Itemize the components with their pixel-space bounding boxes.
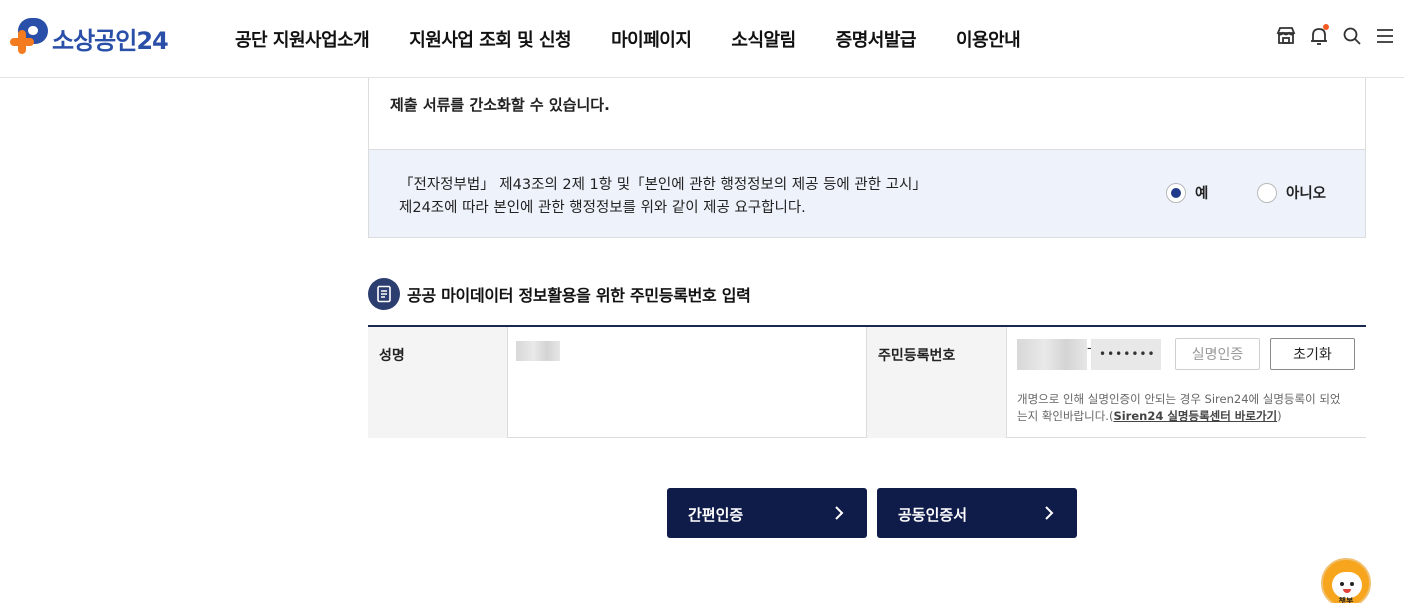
simple-auth-button[interactable]: 간편인증 xyxy=(667,488,867,538)
nav-item-support-search[interactable]: 지원사업 조회 및 신청 xyxy=(409,26,571,52)
search-icon[interactable] xyxy=(1341,25,1363,47)
consent-no-radio[interactable]: 아니오 xyxy=(1257,182,1326,203)
nav-item-mypage[interactable]: 마이페이지 xyxy=(611,26,692,52)
radio-unselected-icon xyxy=(1257,182,1277,203)
rrn-label: 주민등록번호 xyxy=(878,348,956,364)
rename-note: 개명으로 인해 실명인증이 안되는 경우 Siren24에 실명등록이 되었는지… xyxy=(1017,391,1347,425)
store-icon[interactable] xyxy=(1275,25,1297,47)
bell-icon[interactable] xyxy=(1308,24,1330,47)
logo-text: 소상공인24 xyxy=(52,26,169,55)
nav-item-about[interactable]: 공단 지원사업소개 xyxy=(235,26,370,52)
joint-certificate-button[interactable]: 공동인증서 xyxy=(877,488,1077,538)
chatbot-button[interactable]: 챗봇 xyxy=(1321,558,1371,603)
radio-selected-icon xyxy=(1166,182,1186,203)
joint-certificate-label: 공동인증서 xyxy=(898,506,968,524)
name-header-cell: 성명 xyxy=(368,327,507,438)
chatbot-mascot-icon xyxy=(1332,572,1362,598)
consent-yes-radio[interactable]: 예 xyxy=(1166,182,1208,203)
verify-name-button[interactable]: 실명인증 xyxy=(1175,338,1260,370)
rrn-front-input[interactable] xyxy=(1017,339,1087,370)
rrn-back-input[interactable]: ••••••• xyxy=(1091,339,1161,370)
siren24-link[interactable]: Siren24 실명등록센터 바로가기 xyxy=(1113,409,1277,423)
radio-label-no: 아니오 xyxy=(1286,186,1327,202)
notice-text: 제출 서류를 간소화할 수 있습니다. xyxy=(390,96,610,114)
consent-text: 「전자정부법」 제43조의 2제 1항 및「본인에 관한 행정정보의 제공 등에… xyxy=(399,174,927,220)
site-logo[interactable]: 소상공인24 xyxy=(10,18,169,58)
name-label: 성명 xyxy=(379,348,405,364)
note-suffix: ) xyxy=(1277,409,1282,423)
consent-box: 「전자정부법」 제43조의 2제 1항 및「본인에 관한 행정정보의 제공 등에… xyxy=(368,149,1366,238)
reset-button[interactable]: 초기화 xyxy=(1270,338,1355,370)
menu-icon[interactable] xyxy=(1374,25,1396,47)
rrn-input-form: 성명 주민등록번호 - ••••••• 실명인증 초기화 개명으로 인해 실명인… xyxy=(368,325,1366,438)
site-header: 소상공인24 공단 지원사업소개 지원사업 조회 및 신청 마이페이지 소식알림… xyxy=(0,0,1404,78)
section-title: 공공 마이데이터 정보활용을 위한 주민등록번호 입력 xyxy=(368,278,751,310)
name-value-masked xyxy=(516,341,560,361)
utility-menu xyxy=(1264,24,1396,47)
nav-item-news[interactable]: 소식알림 xyxy=(731,26,796,52)
main-nav: 공단 지원사업소개 지원사업 조회 및 신청 마이페이지 소식알림 증명서발급 … xyxy=(235,26,1060,52)
rrn-header-cell: 주민등록번호 xyxy=(867,327,1006,438)
nav-item-guide[interactable]: 이용안내 xyxy=(956,26,1021,52)
consent-line-2: 제24조에 따라 본인에 관한 행정정보를 위와 같이 제공 요구합니다. xyxy=(399,200,806,216)
radio-label-yes: 예 xyxy=(1195,186,1209,202)
nav-item-certificates[interactable]: 증명서발급 xyxy=(836,26,917,52)
chevron-right-icon xyxy=(835,506,844,520)
section-title-text: 공공 마이데이터 정보활용을 위한 주민등록번호 입력 xyxy=(407,286,751,305)
document-icon xyxy=(368,278,400,310)
chevron-right-icon xyxy=(1045,506,1054,520)
document-simplification-notice: 제출 서류를 간소화할 수 있습니다. xyxy=(368,78,1366,149)
chatbot-caption: 챗봇 xyxy=(1338,597,1354,603)
simple-auth-label: 간편인증 xyxy=(688,506,744,524)
consent-line-1: 「전자정부법」 제43조의 2제 1항 및「본인에 관한 행정정보의 제공 등에… xyxy=(399,177,927,193)
logo-mark-icon xyxy=(10,18,52,58)
notification-dot xyxy=(1323,24,1329,30)
